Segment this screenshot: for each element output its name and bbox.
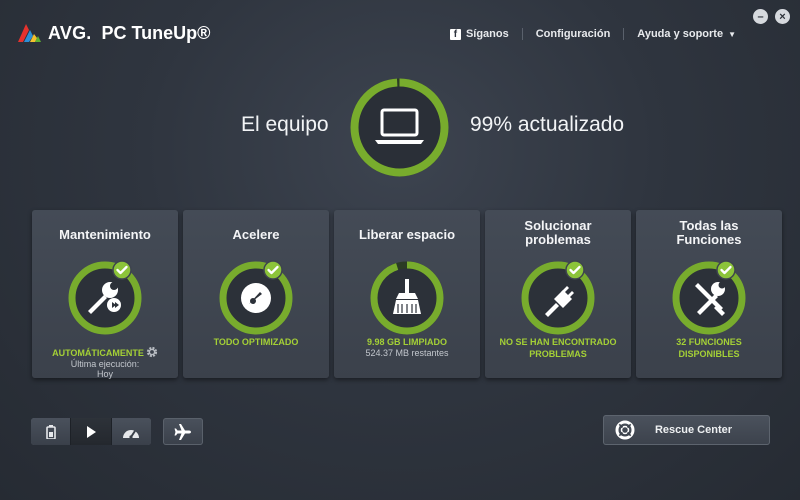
card-status-line2: DISPONIBLES [678, 349, 740, 359]
rescue-center-label: Rescue Center [654, 424, 733, 436]
product-name: PC TuneUp® [101, 22, 211, 43]
help-menu[interactable]: Ayuda y soporte ▼ [624, 28, 736, 40]
speedometer-icon [241, 283, 271, 313]
status-label: El equipo [241, 113, 329, 136]
card-status-line1: 32 FUNCIONES [676, 337, 742, 347]
facebook-icon: f [449, 28, 461, 40]
standard-mode-button[interactable] [71, 418, 112, 445]
card-maintenance[interactable]: Mantenimiento AUTOMÁTICAMENTE Última eje… [32, 210, 178, 379]
card-ring [68, 261, 142, 335]
card-status: TODO OPTIMIZADO [213, 337, 299, 347]
economy-mode-button[interactable] [31, 418, 72, 445]
card-ring [521, 261, 595, 335]
help-label: Ayuda y soporte [637, 28, 724, 40]
card-last-run-value: Hoy [96, 369, 113, 379]
flight-mode-button[interactable] [163, 418, 203, 445]
close-button[interactable]: × [775, 9, 790, 24]
caret-down-icon: ▼ [728, 29, 736, 39]
airplane-icon [174, 423, 191, 440]
card-title: Mantenimiento [59, 227, 151, 242]
card-ring [370, 261, 444, 335]
card-remaining: 524.37 MB restantes [365, 348, 449, 358]
card-title: Acelere [232, 227, 280, 242]
minimize-button[interactable]: – [753, 9, 768, 24]
card-ring [219, 261, 293, 335]
card-title-line1: Solucionar [524, 218, 592, 233]
turbo-mode-button[interactable] [111, 418, 151, 445]
play-icon [86, 425, 96, 438]
lifebuoy-icon [615, 420, 635, 440]
check-badge-icon [716, 260, 736, 280]
card-status: 9.98 GB LIMPIADO [366, 337, 447, 347]
check-badge-icon [565, 260, 585, 280]
card-status-line1: NO SE HAN ENCONTRADO [499, 337, 617, 347]
card-status-text: AUTOMÁTICAMENTE [52, 348, 144, 358]
card-title: Liberar espacio [358, 227, 456, 242]
card-status: AUTOMÁTICAMENTE [32, 346, 178, 359]
app-logo: AVG. PC TuneUp® [16, 22, 210, 44]
settings-link[interactable]: Configuración [523, 28, 625, 40]
card-ring [672, 261, 746, 335]
follow-link[interactable]: f Síganos [437, 28, 523, 40]
card-title-line1: Todas las [679, 218, 739, 233]
card-title-line2: problemas [525, 232, 591, 247]
card-free-space[interactable]: Liberar espacio 9.98 GB LIMPIADO 524.37 … [334, 210, 480, 378]
card-title-line2: Funciones [676, 232, 742, 247]
avg-logo-icon [18, 24, 41, 42]
card-fix-problems[interactable]: Solucionar problemas NO SE HAN ENCONTRAD… [485, 210, 631, 378]
brand-name: AVG. [48, 22, 92, 43]
card-status-line2: PROBLEMAS [529, 349, 587, 359]
status-progress-ring [350, 78, 449, 177]
check-badge-icon [263, 260, 283, 280]
follow-label: Síganos [465, 28, 509, 40]
dashboard-icon [123, 429, 140, 439]
rescue-center-button[interactable]: Rescue Center [603, 415, 770, 445]
card-speedup[interactable]: Acelere TODO OPTIMIZADO [183, 210, 329, 378]
settings-label: Configuración [535, 28, 611, 40]
card-all-functions[interactable]: Todas las Funciones 32 FUNCIONES DISPONI… [636, 210, 782, 378]
status-percent-label: 99% actualizado [470, 113, 625, 136]
gear-icon[interactable] [146, 346, 158, 358]
check-badge-icon [112, 260, 132, 280]
mode-switch [31, 418, 151, 445]
top-navigation: f Síganos Configuración Ayuda y soporte … [437, 28, 736, 40]
battery-icon [45, 424, 56, 439]
